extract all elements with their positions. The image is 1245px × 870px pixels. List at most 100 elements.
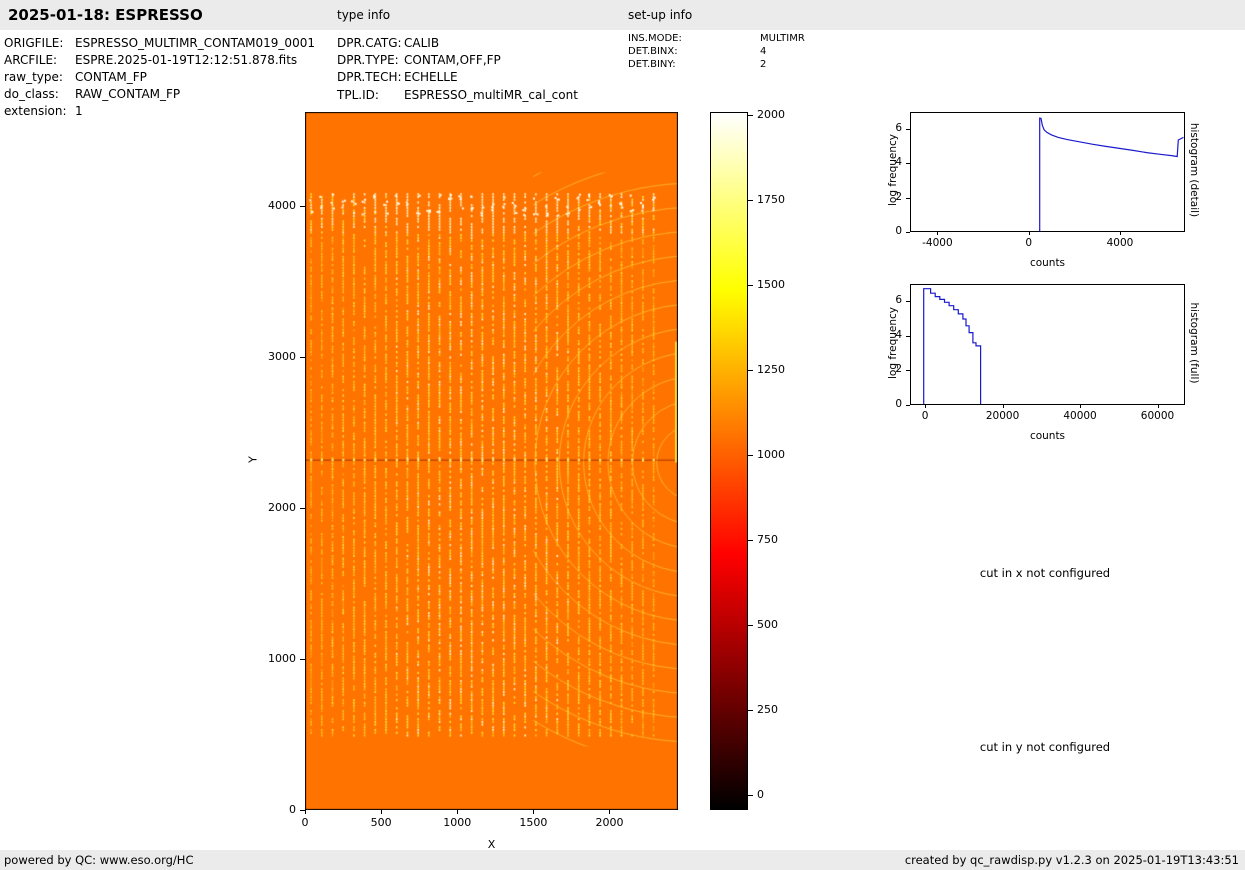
field-label: DET.BINY:	[628, 59, 676, 70]
x-tick-mark	[381, 810, 383, 814]
field-value: ESPRE.2025-01-19T12:12:51.878.fits	[75, 53, 298, 67]
x-tick-mark	[533, 810, 535, 814]
y-axis-label: log frequency	[887, 134, 899, 207]
colorbar-tick-label: 1000	[757, 448, 785, 461]
x-axis-label: counts	[1029, 430, 1066, 442]
right-axis-label: histogram (full)	[1188, 302, 1200, 383]
file-info-row: raw_type: CONTAM_FP	[4, 70, 147, 84]
x-tick-label: 2000	[595, 816, 624, 829]
y-tick-mark	[906, 405, 910, 406]
colorbar-tick-label: 250	[757, 703, 778, 716]
y-tick-mark	[906, 197, 910, 199]
y-tick-label: 4	[895, 328, 902, 341]
x-tick-label: 0	[301, 816, 309, 829]
header-bar: 2025-01-18: ESPRESSO type info set-up in…	[0, 0, 1245, 30]
x-tick-mark	[1002, 405, 1004, 408]
setup-info-heading: set-up info	[628, 8, 693, 22]
y-tick-label: 4	[895, 156, 902, 169]
colorbar-tick-mark	[748, 540, 753, 541]
x-tick-label: 4000	[1106, 237, 1134, 249]
x-tick-label: 0	[921, 410, 929, 422]
histogram-plot	[910, 112, 1185, 232]
y-tick-label: 1000	[268, 651, 296, 665]
field-label: extension:	[4, 104, 67, 118]
y-tick-mark	[906, 129, 910, 131]
field-label: DPR.CATG:	[337, 36, 402, 50]
cut-x-note: cut in x not configured	[979, 566, 1111, 580]
file-info-row: ORIGFILE: ESPRESSO_MULTIMR_CONTAM019_0001	[4, 36, 315, 50]
page-title: 2025-01-18: ESPRESSO	[8, 6, 203, 24]
field-value: CALIB	[404, 36, 440, 50]
y-tick-mark	[906, 335, 910, 337]
x-tick-label: 60000	[1140, 410, 1175, 422]
field-label: DPR.TECH:	[337, 70, 402, 84]
colorbar-tick-label: 0	[757, 788, 764, 801]
colorbar-tick-mark	[748, 795, 753, 796]
field-label: ORIGFILE:	[4, 36, 64, 50]
histogram-line	[1039, 117, 1184, 231]
file-info-row: extension: 1	[4, 104, 83, 118]
x-tick-label: 1500	[519, 816, 548, 829]
setup-info-row: DET.BINY: 2	[628, 59, 766, 70]
footer-right-text: created by qc_rawdisp.py v1.2.3 on 2025-…	[904, 853, 1239, 867]
field-value: 2	[760, 59, 767, 70]
field-label: ARCFILE:	[4, 53, 58, 67]
y-tick-label: 2000	[268, 500, 296, 514]
x-tick-label: 500	[370, 816, 392, 829]
histogram-plot	[910, 284, 1185, 405]
file-info-row: do_class: RAW_CONTAM_FP	[4, 87, 180, 101]
colorbar-tick-label: 750	[757, 533, 778, 546]
x-tick-mark	[305, 810, 306, 814]
raw-frame-image	[305, 112, 678, 810]
colorbar-tick-label: 1500	[757, 278, 785, 291]
colorbar-tick-mark	[748, 370, 753, 371]
type-info-row: DPR.CATG: CALIB	[337, 36, 439, 50]
y-tick-mark	[906, 163, 910, 165]
field-value: ESPRESSO_multiMR_cal_cont	[404, 88, 578, 102]
field-value: CONTAM,OFF,FP	[404, 53, 501, 67]
colorbar	[710, 112, 748, 810]
x-tick-label: 1000	[443, 816, 472, 829]
y-tick-label: 0	[895, 398, 902, 410]
x-tick-mark	[1157, 405, 1159, 408]
file-info-row: ARCFILE: ESPRE.2025-01-19T12:12:51.878.fi…	[4, 53, 297, 67]
y-tick-mark	[906, 301, 910, 303]
colorbar-tick-mark	[748, 115, 753, 116]
field-value: MULTIMR	[760, 33, 805, 44]
x-tick-mark	[609, 810, 611, 814]
x-tick-label: -4000	[922, 237, 953, 249]
field-label: INS.MODE:	[628, 33, 682, 44]
x-tick-label: 0	[1025, 237, 1033, 249]
x-axis-label: counts	[1029, 257, 1066, 269]
x-tick-mark	[1080, 405, 1082, 408]
y-tick-mark	[906, 370, 910, 372]
histogram-line	[923, 288, 982, 404]
type-info-row: DPR.TECH: ECHELLE	[337, 70, 458, 84]
footer-bar: powered by QC: www.eso.org/HC created by…	[0, 850, 1245, 870]
type-info-row: TPL.ID: ESPRESSO_multiMR_cal_cont	[337, 88, 578, 102]
y-axis-label: log frequency	[887, 306, 899, 379]
field-label: do_class:	[4, 87, 59, 101]
y-tick-label: 3000	[268, 349, 296, 363]
colorbar-tick-mark	[748, 710, 753, 711]
field-value: 4	[760, 46, 767, 57]
x-tick-label: 40000	[1063, 410, 1097, 422]
x-tick-mark	[937, 232, 939, 235]
x-tick-label: 20000	[985, 410, 1020, 422]
x-tick-mark	[925, 405, 927, 408]
right-axis-label: histogram (detail)	[1188, 122, 1200, 218]
field-value: 1	[75, 104, 83, 118]
x-tick-mark	[457, 810, 459, 814]
colorbar-tick-label: 1250	[757, 363, 785, 376]
y-tick-label: 4000	[268, 198, 296, 212]
colorbar-tick-label: 500	[757, 618, 778, 631]
colorbar-tick-label: 2000	[757, 108, 785, 121]
field-value: CONTAM_FP	[75, 70, 147, 84]
x-tick-mark	[1028, 232, 1030, 235]
setup-info-row: DET.BINX: 4	[628, 46, 766, 57]
field-value: ESPRESSO_MULTIMR_CONTAM019_0001	[75, 36, 315, 50]
y-tick-mark	[906, 232, 910, 233]
colorbar-tick-mark	[748, 285, 753, 286]
type-info-heading: type info	[337, 8, 391, 22]
colorbar-tick-mark	[748, 455, 753, 456]
